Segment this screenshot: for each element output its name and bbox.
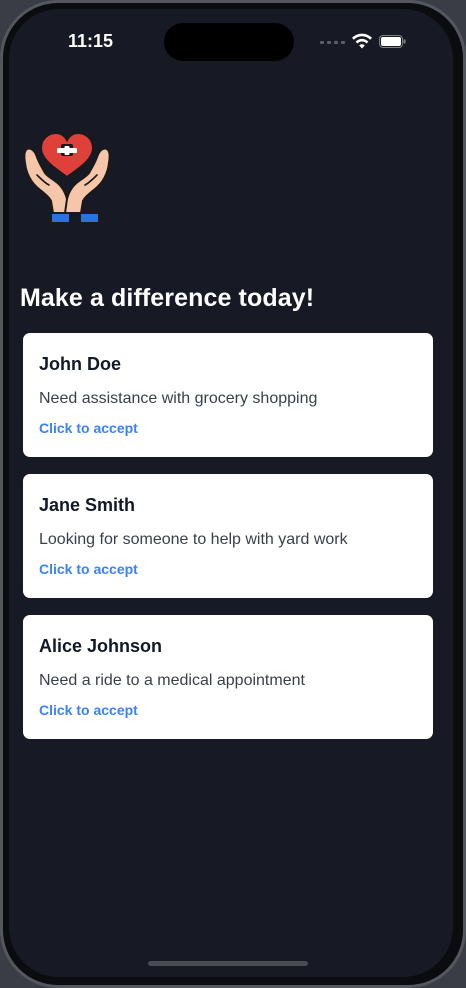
request-name: John Doe: [39, 354, 122, 374]
request-description: Need a ride to a medical appointment: [39, 672, 305, 689]
accept-link[interactable]: Click to accept: [39, 701, 138, 719]
accept-link[interactable]: Click to accept: [39, 419, 138, 437]
status-bar: 11:15: [9, 9, 453, 69]
hands-holding-heart-icon: [23, 131, 111, 224]
home-indicator[interactable]: [148, 961, 308, 966]
dynamic-island: [164, 23, 294, 61]
wifi-icon: [352, 33, 372, 49]
accept-link[interactable]: Click to accept: [39, 560, 138, 578]
request-description: Looking for someone to help with yard wo…: [39, 531, 348, 548]
status-time: 11:15: [68, 31, 114, 51]
request-description: Need assistance with grocery shopping: [39, 390, 318, 407]
request-name: Alice Johnson: [39, 636, 163, 656]
request-name: Jane Smith: [39, 495, 136, 515]
cellular-signal-icon: [320, 41, 345, 44]
battery-icon: [379, 35, 406, 48]
request-card[interactable]: Jane Smith Looking for someone to help w…: [23, 474, 433, 598]
page-title: Make a difference today!: [20, 284, 315, 312]
request-card[interactable]: Alice Johnson Need a ride to a medical a…: [23, 615, 433, 739]
app-screen: 11:15 Make a difference today! John Doe …: [9, 9, 453, 977]
request-card[interactable]: John Doe Need assistance with grocery sh…: [23, 333, 433, 457]
